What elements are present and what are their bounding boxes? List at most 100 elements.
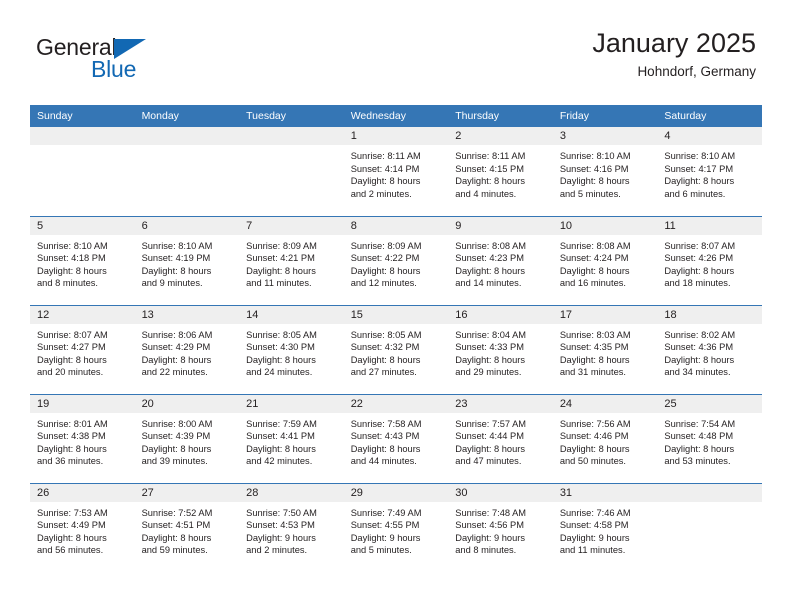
calendar-day-cell[interactable]: 3 Sunrise: 8:10 AM Sunset: 4:16 PM Daylight… [552, 127, 658, 216]
calendar-day-cell[interactable]: 18 Sunrise: 8:02 AM Sunset: 4:36 PM Dayligh… [657, 304, 762, 394]
daylight-text: and 20 minutes. [37, 367, 104, 378]
daylight-text: and 2 minutes. [350, 188, 412, 199]
calendar-day-cell[interactable]: 11 Sunrise: 8:07 AM Sunset: 4:26 PM Dayligh… [657, 215, 762, 305]
calendar-day-cell[interactable]: 26 Sunrise: 7:53 AM Sunset: 4:49 PM Dayligh… [30, 482, 135, 572]
daylight-text: and 8 minutes. [455, 545, 517, 556]
sunset-text: Sunset: 4:48 PM [664, 431, 734, 442]
calendar-day-cell[interactable]: 19 Sunrise: 8:01 AM Sunset: 4:38 PM Dayligh… [30, 393, 135, 483]
day-number: 3 [552, 127, 658, 145]
sunrise-text: Sunrise: 7:54 AM [664, 418, 736, 429]
day-number: 22 [343, 394, 449, 413]
weekday-header-row: Sunday Monday Tuesday Wednesday Thursday Frid… [30, 105, 762, 127]
calendar-cell-empty [239, 127, 344, 216]
day-number: 24 [552, 394, 658, 413]
calendar-day-cell[interactable]: 29 Sunrise: 7:49 AM Sunset: 4:55 PM Dayligh… [343, 482, 449, 572]
calendar-day-cell[interactable]: 1 Sunrise: 8:11 AM Sunset: 4:14 PM Daylight… [343, 127, 449, 216]
day-details: Sunrise: 8:09 AM Sunset: 4:21 PM Daylight:… [239, 235, 344, 290]
sunset-text: Sunset: 4:21 PM [246, 253, 315, 264]
day-number: 26 [30, 483, 135, 502]
calendar-day-cell[interactable]: 22 Sunrise: 7:58 AM Sunset: 4:43 PM Dayligh… [343, 393, 449, 483]
daylight-text: and 22 minutes. [141, 367, 208, 378]
calendar-day-cell[interactable]: 20 Sunrise: 8:00 AM Sunset: 4:39 PM Dayligh… [134, 393, 240, 483]
sunrise-text: Sunrise: 8:00 AM [141, 418, 213, 429]
calendar-day-cell[interactable]: 24 Sunrise: 7:56 AM Sunset: 4:46 PM Dayligh… [552, 393, 658, 483]
sunrise-text: Sunrise: 7:50 AM [246, 507, 317, 518]
calendar-day-cell[interactable]: 4 Sunrise: 8:10 AM Sunset: 4:17 PM Daylight… [657, 127, 762, 216]
sunset-text: Sunset: 4:24 PM [559, 253, 629, 264]
sunrise-text: Sunrise: 8:07 AM [664, 240, 736, 251]
calendar-day-cell[interactable]: 14 Sunrise: 8:05 AM Sunset: 4:30 PM Dayligh… [239, 304, 344, 394]
daylight-text: and 18 minutes. [664, 278, 731, 289]
day-details: Sunrise: 7:50 AM Sunset: 4:53 PM Daylight:… [239, 502, 344, 557]
daylight-text: and 8 minutes. [37, 278, 98, 289]
calendar-week-row: 1 Sunrise: 8:11 AM Sunset: 4:14 PM Daylight… [30, 127, 762, 216]
day-details: Sunrise: 8:04 AM Sunset: 4:33 PM Daylight:… [448, 324, 553, 379]
sunset-text: Sunset: 4:58 PM [559, 520, 629, 531]
calendar-day-cell[interactable]: 9 Sunrise: 8:08 AM Sunset: 4:23 PM Daylight… [448, 215, 553, 305]
calendar-page: General Blue January 2025 Hohndorf, Germ… [0, 0, 792, 612]
calendar-day-cell[interactable]: 16 Sunrise: 8:04 AM Sunset: 4:33 PM Dayligh… [448, 304, 553, 394]
sunrise-text: Sunrise: 8:05 AM [350, 329, 422, 340]
calendar-day-cell[interactable]: 25 Sunrise: 7:54 AM Sunset: 4:48 PM Dayligh… [657, 393, 762, 483]
calendar-day-cell[interactable]: 8 Sunrise: 8:09 AM Sunset: 4:22 PM Daylight… [343, 215, 449, 305]
sunrise-text: Sunrise: 8:10 AM [559, 151, 631, 161]
daylight-text: and 29 minutes. [455, 367, 522, 378]
calendar-day-cell[interactable]: 23 Sunrise: 7:57 AM Sunset: 4:44 PM Dayligh… [448, 393, 553, 483]
day-number [134, 127, 240, 145]
daylight-text: and 2 minutes. [246, 545, 308, 556]
day-number: 14 [239, 305, 344, 324]
calendar-day-cell[interactable]: 7 Sunrise: 8:09 AM Sunset: 4:21 PM Daylight… [239, 215, 344, 305]
calendar-day-cell[interactable]: 15 Sunrise: 8:05 AM Sunset: 4:32 PM Dayligh… [343, 304, 449, 394]
day-number: 17 [552, 305, 658, 324]
page-header: General Blue January 2025 Hohndorf, Germ… [36, 28, 756, 94]
day-details: Sunrise: 8:00 AM Sunset: 4:39 PM Daylight:… [135, 413, 240, 468]
daylight-text: Daylight: 8 hours [664, 443, 735, 454]
calendar-table: Sunday Monday Tuesday Wednesday Thursday Frid… [30, 105, 762, 572]
weekday-header-friday: Friday [552, 105, 658, 127]
title-block: January 2025 Hohndorf, Germany [592, 28, 756, 79]
daylight-text: Daylight: 8 hours [455, 443, 526, 454]
calendar-day-cell[interactable]: 2 Sunrise: 8:11 AM Sunset: 4:15 PM Daylight… [448, 127, 553, 216]
sunset-text: Sunset: 4:49 PM [37, 520, 106, 531]
sunrise-text: Sunrise: 8:11 AM [455, 151, 526, 161]
daylight-text: Daylight: 8 hours [559, 265, 630, 276]
day-number: 7 [239, 216, 344, 235]
day-number: 27 [134, 483, 240, 502]
daylight-text: and 39 minutes. [141, 456, 208, 467]
calendar-day-cell[interactable]: 5 Sunrise: 8:10 AM Sunset: 4:18 PM Daylight… [30, 215, 135, 305]
sunset-text: Sunset: 4:15 PM [455, 163, 524, 174]
day-details: Sunrise: 7:57 AM Sunset: 4:44 PM Daylight:… [448, 413, 553, 468]
day-number: 1 [343, 127, 449, 145]
calendar-day-cell[interactable]: 12 Sunrise: 8:07 AM Sunset: 4:27 PM Dayligh… [30, 304, 135, 394]
day-number: 6 [134, 216, 240, 235]
calendar-day-cell[interactable]: 13 Sunrise: 8:06 AM Sunset: 4:29 PM Dayligh… [134, 304, 240, 394]
calendar-day-cell[interactable]: 28 Sunrise: 7:50 AM Sunset: 4:53 PM Dayligh… [239, 482, 344, 572]
calendar-day-cell[interactable]: 10 Sunrise: 8:08 AM Sunset: 4:24 PM Dayligh… [552, 215, 658, 305]
weekday-header-tuesday: Tuesday [239, 105, 344, 127]
daylight-text: Daylight: 8 hours [559, 354, 630, 365]
sunrise-text: Sunrise: 7:57 AM [455, 418, 527, 429]
sunrise-text: Sunrise: 7:53 AM [37, 507, 108, 518]
calendar-day-cell[interactable]: 21 Sunrise: 7:59 AM Sunset: 4:41 PM Dayligh… [239, 393, 344, 483]
daylight-text: Daylight: 9 hours [246, 532, 316, 543]
weekday-header-wednesday: Wednesday [343, 105, 449, 127]
calendar-day-cell[interactable]: 31 Sunrise: 7:46 AM Sunset: 4:58 PM Dayligh… [552, 482, 658, 572]
general-blue-logo[interactable]: General Blue [36, 34, 236, 90]
day-number: 20 [134, 394, 240, 413]
daylight-text: Daylight: 8 hours [664, 176, 735, 187]
calendar-day-cell[interactable]: 17 Sunrise: 8:03 AM Sunset: 4:35 PM Dayligh… [552, 304, 658, 394]
daylight-text: Daylight: 8 hours [37, 265, 107, 276]
sunrise-text: Sunrise: 8:01 AM [37, 418, 108, 429]
day-number: 11 [657, 216, 762, 235]
day-details: Sunrise: 8:08 AM Sunset: 4:24 PM Daylight:… [553, 235, 658, 290]
calendar-day-cell[interactable]: 30 Sunrise: 7:48 AM Sunset: 4:56 PM Dayligh… [448, 482, 553, 572]
sunrise-text: Sunrise: 8:10 AM [141, 240, 213, 251]
daylight-text: and 5 minutes. [559, 188, 621, 199]
calendar-day-cell[interactable]: 27 Sunrise: 7:52 AM Sunset: 4:51 PM Dayligh… [134, 482, 240, 572]
day-number: 9 [448, 216, 553, 235]
sunrise-text: Sunrise: 7:52 AM [141, 507, 213, 518]
calendar-day-cell[interactable]: 6 Sunrise: 8:10 AM Sunset: 4:19 PM Daylight… [134, 215, 240, 305]
day-details: Sunrise: 8:07 AM Sunset: 4:26 PM Daylight:… [657, 235, 762, 290]
daylight-text: Daylight: 8 hours [350, 265, 421, 276]
weekday-header-monday: Monday [134, 105, 240, 127]
